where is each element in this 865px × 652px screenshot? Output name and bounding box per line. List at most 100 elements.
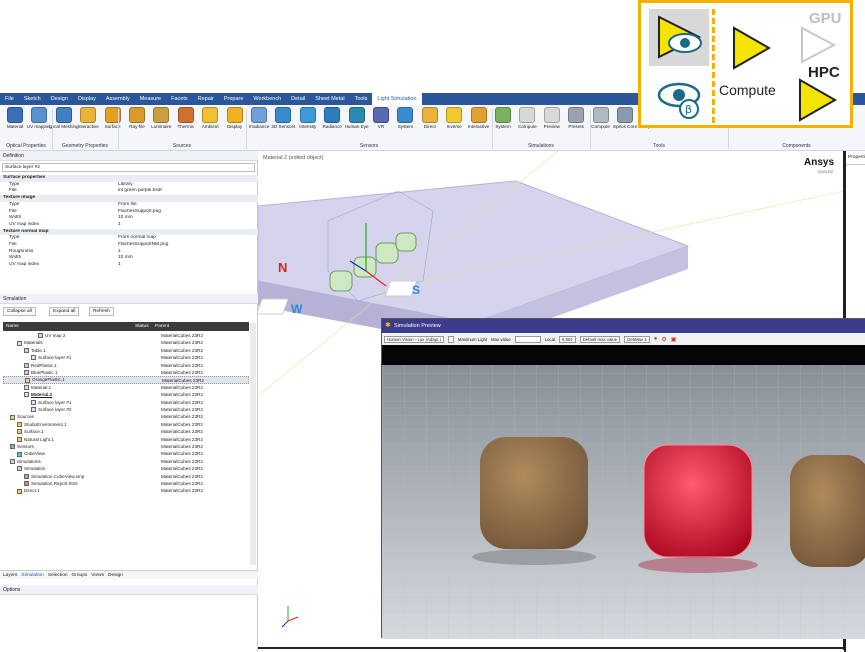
tree-row[interactable]: Surface layer #1 MaterialCubes 23R2 (3, 399, 249, 406)
default-max-button[interactable]: Default max value (579, 335, 621, 343)
interactive-preview-icon[interactable] (655, 13, 707, 61)
property-row[interactable]: Type From normal map (0, 235, 258, 242)
ribbon-button-speos-core[interactable]: Speos Core (613, 107, 637, 129)
hpc-compute-icon[interactable] (797, 77, 839, 123)
tree-row[interactable]: BluePlastic.1 MaterialCubes 23R2 (3, 369, 249, 376)
tree-row[interactable]: Simulations MaterialCubes 23R2 (3, 458, 249, 465)
property-row[interactable]: Type Library (0, 182, 258, 189)
tree-row[interactable]: Materials MaterialCubes 23R2 (3, 339, 249, 346)
ribbon-button-vr[interactable]: VR (369, 107, 393, 129)
menu-repair[interactable]: Repair (193, 93, 219, 105)
tree-row[interactable]: Simulation.CubeView.xmp MaterialCubes 23R… (3, 473, 249, 480)
property-row[interactable]: Width 10 mm (0, 255, 258, 262)
collapse-all-button[interactable]: Collapse all (3, 307, 36, 316)
tree-row[interactable]: OrangePlastic.1 MaterialCubes 23R2 (3, 376, 249, 384)
local-value-input[interactable]: 6.804 (558, 335, 576, 343)
menu-sheet-metal[interactable]: Sheet Metal (310, 93, 349, 105)
ribbon-button-luminaire[interactable]: Luminaire (149, 107, 173, 129)
property-row[interactable]: Type From file (0, 202, 258, 209)
menu-detail[interactable]: Detail (286, 93, 310, 105)
tab-views[interactable]: Views (91, 571, 104, 579)
property-row[interactable]: Surface properties (0, 175, 258, 182)
tree-row[interactable]: Surface layer #2 MaterialCubes 23R2 (3, 406, 249, 413)
tree-row[interactable]: Table.1 MaterialCubes 23R2 (3, 347, 249, 354)
tab-simulation[interactable]: Simulation (21, 571, 43, 579)
ribbon-button-material[interactable]: Material (3, 107, 27, 129)
ribbon-button-uv-mapping[interactable]: UV mapping (27, 107, 52, 129)
property-row[interactable]: UV map index 1 (0, 262, 258, 269)
record-icon[interactable]: ● (654, 336, 658, 342)
ribbon-button-local-meshing[interactable]: Local Meshing (49, 107, 79, 129)
tab-groups[interactable]: Groups (72, 571, 88, 579)
tree-row[interactable]: Surface.1 MaterialCubes 23R2 (3, 428, 249, 435)
ribbon-button-system[interactable]: System (393, 107, 417, 129)
save-icon[interactable]: ▣ (671, 336, 677, 343)
ribbon-button-interactive[interactable]: Interactive (467, 107, 491, 129)
tree-row[interactable]: Surface layer #1 MaterialCubes 23R2 (3, 354, 249, 361)
expand-all-button[interactable]: Expand all (49, 307, 80, 316)
ribbon-button-display[interactable]: Display (223, 107, 247, 129)
property-row[interactable]: UV map index 1 (0, 222, 258, 229)
ribbon-button-preview[interactable]: Preview (540, 107, 564, 129)
menu-display[interactable]: Display (73, 93, 101, 105)
maximum-light-checkbox[interactable] (447, 335, 454, 343)
ribbon-button-ambient[interactable]: Ambient (198, 107, 222, 129)
column-name[interactable]: Name (3, 322, 135, 331)
menu-light-simulation[interactable]: Light Simulation (372, 93, 422, 105)
property-row[interactable]: Texture normal map (0, 228, 258, 236)
tree-row[interactable]: UV map 2 MaterialCubes 23R2 (3, 332, 249, 339)
property-row[interactable]: Texture image (0, 195, 258, 202)
tree-row[interactable]: CubeView MaterialCubes 23R2 (3, 450, 249, 457)
ribbon-button-inverse[interactable]: Inverse (442, 107, 466, 129)
property-row[interactable]: File FlachesSupportNM.png (0, 242, 258, 249)
tree-row[interactable]: Material.1 MaterialCubes 23R2 (3, 384, 249, 391)
menu-workbench[interactable]: Workbench (248, 93, 286, 105)
menu-facets[interactable]: Facets (166, 93, 193, 105)
settings-icon[interactable]: ⚙ (661, 336, 666, 343)
max-value-input[interactable] (514, 335, 541, 343)
beta-eye-icon[interactable]: β (655, 75, 707, 123)
property-row[interactable]: File int green purple.bsdf (0, 188, 258, 195)
property-row[interactable]: File FlachesSupport.png (0, 209, 258, 216)
ribbon-button-presets[interactable]: Presets (564, 107, 588, 129)
tree-row[interactable]: StudioEnvironment.1 MaterialCubes 23R2 (3, 421, 249, 428)
compute-play-icon[interactable] (731, 25, 773, 71)
menu-tools[interactable]: Tools (350, 93, 373, 105)
menu-prepare[interactable]: Prepare (219, 93, 249, 105)
ribbon-button-thermic[interactable]: Thermic (174, 107, 198, 129)
ribbon-button-surface[interactable]: Surface (101, 107, 125, 129)
tree-row[interactable]: Natural Light.1 MaterialCubes 23R2 (3, 436, 249, 443)
menu-assembly[interactable]: Assembly (101, 93, 135, 105)
ribbon-button-system[interactable]: System (491, 107, 515, 129)
property-row[interactable]: Width 10 mm (0, 215, 258, 222)
tab-layers[interactable]: Layers (3, 571, 17, 579)
menu-sketch[interactable]: Sketch (19, 93, 46, 105)
tree-row[interactable]: Sensors MaterialCubes 23R2 (3, 443, 249, 450)
gpu-compute-icon[interactable] (799, 25, 839, 65)
definition-selector[interactable]: Surface layer #2 (2, 163, 255, 172)
property-row[interactable]: Roughness 1 (0, 249, 258, 256)
ribbon-button-intensity[interactable]: Intensity (296, 107, 320, 129)
refresh-button[interactable]: Refresh (89, 307, 114, 316)
tree-row[interactable]: Direct.1 MaterialCubes 23R2 (3, 487, 249, 494)
menu-file[interactable]: File (0, 93, 19, 105)
ribbon-button-radiance[interactable]: Radiance (320, 107, 344, 129)
ribbon-button-interactive[interactable]: Interactive (76, 107, 100, 129)
ribbon-button-compute[interactable]: Compute (589, 107, 613, 129)
menu-measure[interactable]: Measure (135, 93, 166, 105)
tab-selection[interactable]: Selection (48, 571, 68, 579)
menu-design[interactable]: Design (46, 93, 73, 105)
ribbon-button-compute[interactable]: Compute (515, 107, 539, 129)
column-status[interactable]: Status (135, 322, 155, 331)
vision-mode-select[interactable]: Human Vision - Lux (Adapt.) (384, 335, 444, 343)
tree-row[interactable]: Sources MaterialCubes 23R2 (3, 413, 249, 420)
tab-design[interactable]: Design (108, 571, 123, 579)
tree-row[interactable]: RedPlastic.1 MaterialCubes 23R2 (3, 362, 249, 369)
simulation-preview-window[interactable]: ✱ Simulation Preview Human Vision - Lux … (381, 318, 865, 639)
ribbon-button-direct[interactable]: Direct (418, 107, 442, 129)
debmax-select[interactable]: DebMax 1 (624, 335, 650, 343)
tree-row[interactable]: Simulation MaterialCubes 23R2 (3, 465, 249, 472)
ribbon-button-human-eye[interactable]: Human Eye (345, 107, 369, 129)
tree-row[interactable]: Simulation.Report.html MaterialCubes 23R2 (3, 480, 249, 487)
tree-row[interactable]: Material.2 MaterialCubes 23R2 (3, 391, 249, 398)
